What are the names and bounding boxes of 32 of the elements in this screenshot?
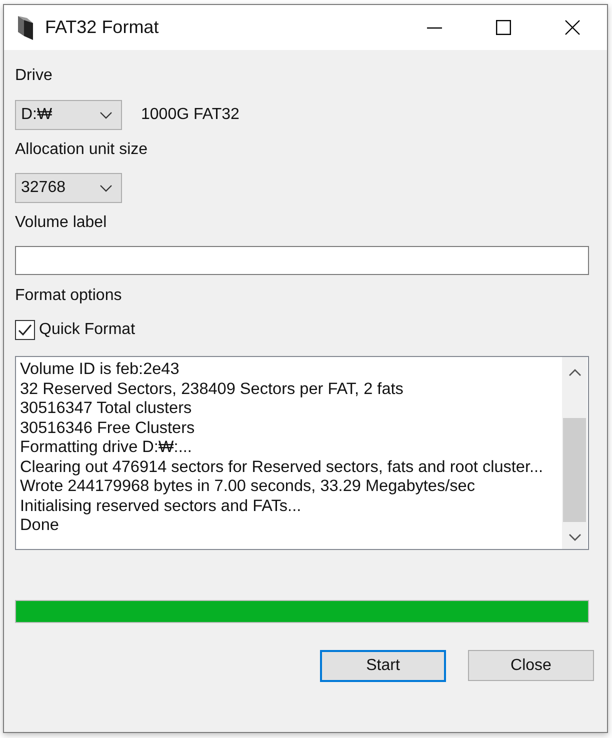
drive-info: 1000G FAT32: [141, 106, 240, 124]
maximize-icon: [496, 20, 511, 35]
log-line: Volume ID is feb:2e43: [20, 360, 180, 380]
log-line: 30516346 Free Clusters: [20, 418, 196, 438]
quick-format-label[interactable]: Quick Format: [39, 321, 136, 339]
log-line: Initialising reserved sectors and FATs...: [20, 496, 302, 516]
allocation-label: Allocation unit size: [15, 140, 148, 160]
allocation-dropdown[interactable]: 32768: [15, 173, 122, 203]
scrollbar[interactable]: [562, 357, 587, 549]
format-options-label: Format options: [15, 286, 122, 306]
log-line: 30516347 Total clusters: [20, 399, 193, 418]
close-icon: [565, 20, 580, 35]
drive-dropdown[interactable]: D:₩: [15, 100, 122, 130]
chevron-down-icon: [100, 112, 112, 118]
chevron-down-icon[interactable]: [568, 534, 580, 540]
minimize-icon: [427, 26, 442, 28]
quick-format-checkbox[interactable]: [15, 320, 35, 340]
volume-label-label: Volume label: [15, 213, 107, 233]
scrollbar-thumb[interactable]: [563, 418, 586, 522]
volume-label-input[interactable]: [15, 246, 589, 275]
drive-icon: [18, 16, 33, 40]
chevron-up-icon[interactable]: [568, 368, 580, 376]
log-line: Wrote 244179968 bytes in 7.00 seconds, 33.29 Megabytes/sec: [20, 477, 476, 496]
chevron-down-icon: [100, 184, 112, 192]
log-line: Formatting drive D:₩:...: [20, 438, 193, 458]
start-button[interactable]: Start: [320, 650, 446, 682]
log-line: Done: [20, 516, 60, 536]
window-title: FAT32 Format: [45, 17, 160, 38]
close-button[interactable]: Close: [468, 650, 594, 681]
log-line: 32 Reserved Sectors, 238409 Sectors per FAT, 2 fats: [20, 380, 404, 399]
drive-label: Drive: [15, 66, 52, 86]
log-line: Clearing out 476914 sectors for Reserved sectors, fats and root cluster...: [20, 458, 544, 477]
